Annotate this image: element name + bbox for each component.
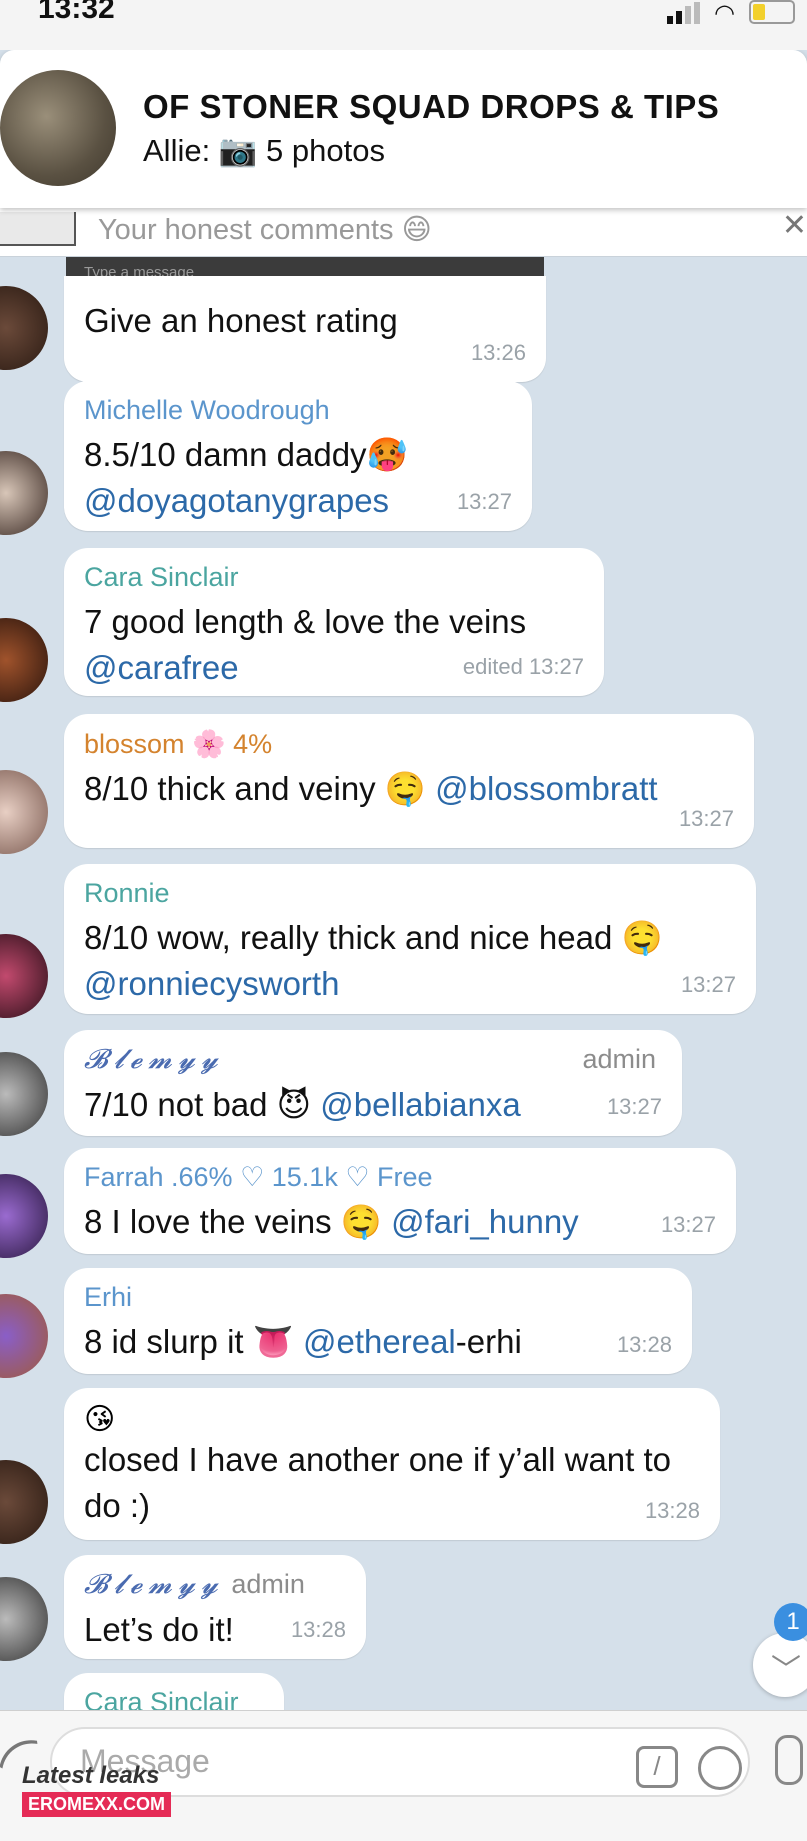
unread-count-badge: 1: [774, 1603, 807, 1641]
message-text: 7 good length & love the veins: [84, 603, 527, 640]
sender-name[interactable]: 𝓑𝓵𝓮𝓶𝔂𝔂: [84, 1569, 224, 1600]
watermark-site: EROMEXX.COM: [22, 1792, 172, 1817]
message-bubble[interactable]: 𝓑𝓵𝓮𝓶𝔂𝔂 admin Let’s do it! 13:28: [64, 1555, 366, 1659]
message-time: 13:27: [606, 1094, 662, 1119]
avatar[interactable]: [0, 934, 48, 1018]
sender-name[interactable]: Ronnie: [84, 878, 736, 909]
message-text: 8/10 thick and veiny 🤤: [84, 770, 426, 807]
avatar[interactable]: [0, 770, 48, 854]
message-bubble[interactable]: Cara Sinclair: [64, 1673, 284, 1710]
message-bubble[interactable]: Erhi 8 id slurp it 👅 @ethereal-erhi 13:2…: [64, 1268, 692, 1374]
mention-link[interactable]: @ethereal: [303, 1323, 456, 1360]
message-list[interactable]: Type a message Give an honest rating 13:…: [0, 256, 807, 1710]
message-bubble[interactable]: blossom 🌸 4% 8/10 thick and veiny 🤤 @blo…: [64, 714, 754, 848]
mention-link[interactable]: @ronniecysworth: [84, 961, 736, 1007]
admin-badge: admin: [231, 1569, 305, 1599]
message-time: edited 13:27: [462, 654, 584, 679]
chat-header[interactable]: OF STONER SQUAD DROPS & TIPS Allie: 📷 5 …: [0, 50, 807, 208]
avatar[interactable]: [0, 451, 48, 535]
close-icon[interactable]: ✕: [782, 208, 807, 243]
message-bubble[interactable]: Give an honest rating 13:26: [64, 276, 546, 382]
battery-icon: [749, 0, 795, 24]
avatar[interactable]: [0, 1577, 48, 1661]
sender-name[interactable]: Farrah .66% ♡ 15.1k ♡ Free: [84, 1162, 716, 1193]
avatar[interactable]: [0, 1460, 48, 1544]
message-text-suffix: -erhi: [455, 1323, 522, 1360]
mention-link[interactable]: @doyagotanygrapes: [84, 478, 512, 524]
message-bubble[interactable]: 😘 closed I have another one if y’all wan…: [64, 1388, 720, 1540]
message-line: 8/10 thick and veiny 🤤 @blossombratt: [84, 766, 734, 812]
mention-link[interactable]: @fari_hunny: [391, 1203, 579, 1240]
pinned-text: Your honest comments 😄: [98, 214, 432, 246]
pinned-thumbnail: [0, 212, 76, 246]
sender-header: 𝓑𝓵𝓮𝓶𝔂𝔂 admin: [84, 1569, 346, 1601]
mention-link[interactable]: @bellabianxa: [320, 1086, 520, 1123]
message-time: 13:27: [680, 972, 736, 997]
message-text: 7/10 not bad 😈: [84, 1086, 312, 1123]
avatar[interactable]: [0, 1174, 48, 1258]
signal-icon: [667, 2, 701, 24]
emoji: 😘: [84, 1403, 116, 1436]
wifi-icon: ◠: [714, 0, 735, 27]
message-time: 13:27: [678, 806, 734, 831]
sender-name[interactable]: Erhi: [84, 1282, 672, 1313]
status-icons: ◠: [667, 0, 795, 27]
group-avatar[interactable]: [0, 70, 116, 186]
message-time: 13:28: [290, 1617, 346, 1642]
message-time: 13:27: [456, 489, 512, 514]
message-line: 8 I love the veins 🤤 @fari_hunny: [84, 1199, 716, 1245]
status-bar: 13:32 ◠: [0, 0, 807, 50]
avatar[interactable]: [0, 1294, 48, 1378]
sender-name[interactable]: blossom 🌸 4%: [84, 728, 734, 760]
last-message-preview: Allie: 📷 5 photos: [143, 133, 385, 168]
group-title: OF STONER SQUAD DROPS & TIPS: [143, 88, 720, 125]
chevron-down-icon: ﹀: [771, 1654, 801, 1687]
message-bubble[interactable]: Michelle Woodrough 8.5/10 damn daddy🥵 @d…: [64, 381, 532, 531]
message-bubble[interactable]: Cara Sinclair 7 good length & love the v…: [64, 548, 604, 696]
admin-badge: admin: [582, 1044, 656, 1074]
message-time: 13:27: [660, 1212, 716, 1237]
command-icon[interactable]: /: [636, 1746, 678, 1788]
message-bubble[interactable]: Ronnie 8/10 wow, really thick and nice h…: [64, 864, 756, 1014]
message-bubble[interactable]: Farrah .66% ♡ 15.1k ♡ Free 8 I love the …: [64, 1148, 736, 1254]
mention-link[interactable]: @blossombratt: [435, 770, 657, 807]
message-text: 8.5/10 damn daddy🥵: [84, 436, 408, 473]
avatar[interactable]: [0, 286, 48, 370]
message-line: 8 id slurp it 👅 @ethereal-erhi: [84, 1319, 672, 1365]
sender-name[interactable]: 𝓑𝓵𝓮𝓶𝔂𝔂: [84, 1044, 662, 1076]
sender-name[interactable]: Michelle Woodrough: [84, 395, 512, 426]
message-time: 13:28: [616, 1332, 672, 1357]
microphone-icon[interactable]: [775, 1735, 803, 1785]
sticker-icon[interactable]: [698, 1746, 742, 1790]
sender-name[interactable]: Cara Sinclair: [84, 562, 584, 593]
message-time: 13:28: [644, 1498, 700, 1523]
message-time: 13:26: [470, 340, 526, 365]
sender-name[interactable]: Cara Sinclair: [84, 1687, 264, 1710]
message-bubble[interactable]: 𝓑𝓵𝓮𝓶𝔂𝔂 admin 7/10 not bad 😈 @bellabianxa…: [64, 1030, 682, 1136]
message-text: 8 id slurp it 👅: [84, 1323, 294, 1360]
watermark-title: Latest leaks: [22, 1762, 160, 1789]
watermark: Latest leaks EROMEXX.COM: [22, 1762, 172, 1817]
message-text: Give an honest rating: [84, 302, 398, 339]
avatar[interactable]: [0, 618, 48, 702]
message-line: 7/10 not bad 😈 @bellabianxa: [84, 1082, 662, 1128]
message-text: closed I have another one if y’all want …: [84, 1441, 672, 1524]
status-time: 13:32: [38, 0, 115, 25]
message-text: 8/10 wow, really thick and nice head 🤤: [84, 919, 663, 956]
pinned-message-bar[interactable]: Your honest comments 😄 ✕: [0, 208, 807, 257]
message-text: 8 I love the veins 🤤: [84, 1203, 382, 1240]
avatar[interactable]: [0, 1052, 48, 1136]
